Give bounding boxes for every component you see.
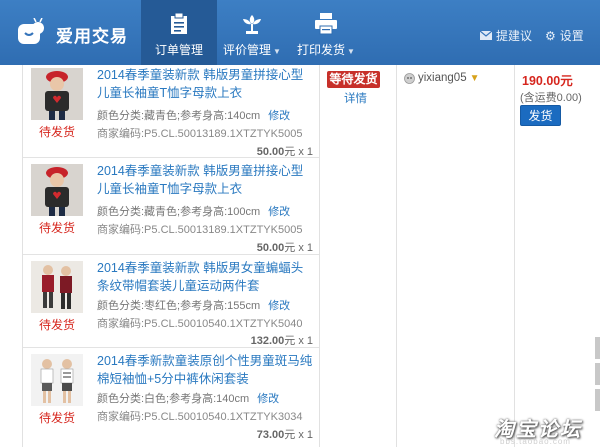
top-bar: 爱用交易 订单管理 评价管理 ▼ 打印发货 ▼ 提建议 ⚙ 设置: [0, 0, 600, 65]
settings-link[interactable]: ⚙ 设置: [545, 27, 584, 44]
column-divider: [319, 65, 320, 447]
item-status: 待发货: [38, 411, 75, 425]
item-price: 73.00元 x 1: [257, 426, 313, 442]
mail-icon: [480, 31, 492, 40]
price-value: 73.00: [256, 429, 285, 441]
sku-text: 颜色分类:白色;参考身高:140cm: [97, 393, 250, 405]
settings-label: 设置: [559, 29, 584, 43]
side-scroll-tab[interactable]: [595, 337, 600, 359]
merchant-code: 商家编码:P5.CL.50013189.1XTZTYK5005: [97, 224, 303, 236]
item-status: 待发货: [38, 221, 75, 235]
gear-icon: ⚙: [545, 28, 556, 43]
order-item: 待发货 2014春季童装新款 韩版男童拼接心型儿童长袖童T恤字母款上衣 颜色分类…: [23, 65, 319, 159]
edit-sku-link[interactable]: 修改: [268, 206, 290, 218]
side-scroll-tab[interactable]: [595, 389, 600, 411]
price-unit: 元 x 1: [284, 335, 313, 347]
order-list: 待发货 2014春季童装新款 韩版男童拼接心型儿童长袖童T恤字母款上衣 颜色分类…: [0, 65, 600, 447]
order-total: 190.00元: [522, 74, 573, 88]
item-price: 132.00元 x 1: [251, 332, 313, 348]
item-status: 待发货: [38, 318, 75, 332]
suggestion-link[interactable]: 提建议: [480, 27, 532, 44]
price-value: 132.00: [250, 335, 285, 347]
nav-print-shipping[interactable]: 打印发货 ▼: [288, 0, 364, 65]
nav-review-management[interactable]: 评价管理 ▼: [214, 0, 290, 65]
column-divider: [396, 65, 397, 447]
product-thumbnail[interactable]: [31, 354, 83, 406]
edit-sku-link[interactable]: 修改: [268, 300, 290, 312]
sku-info: 颜色分类:枣红色;参考身高:155cm 修改: [97, 297, 290, 313]
price-unit: 元 x 1: [284, 429, 313, 441]
suggestion-label: 提建议: [496, 29, 533, 43]
logo-text: 爱用交易: [56, 26, 128, 46]
product-title-link[interactable]: 2014春季新款童装原创个性男童斑马纯棉短袖恤+5分中裤休闲套装: [97, 352, 313, 388]
price-unit: 元 x 1: [284, 146, 313, 158]
product-title-link[interactable]: 2014春季童装新款 韩版男童拼接心型儿童长袖童T恤字母款上衣: [97, 66, 313, 102]
logo-icon: [18, 18, 44, 44]
edit-sku-link[interactable]: 修改: [257, 393, 279, 405]
product-thumbnail[interactable]: [31, 164, 83, 216]
detail-link[interactable]: 详情: [344, 90, 367, 106]
app-logo[interactable]: 爱用交易: [16, 14, 128, 54]
sku-text: 颜色分类:藏青色;参考身高:140cm: [97, 110, 261, 122]
column-divider: [514, 65, 515, 447]
ship-button[interactable]: 发货: [520, 105, 561, 126]
nav-label: 订单管理: [154, 43, 203, 57]
order-item: 待发货 2014春季童装新款 韩版男童拼接心型儿童长袖童T恤字母款上衣 颜色分类…: [23, 161, 319, 255]
price-value: 50.00: [256, 146, 285, 158]
edit-sku-link[interactable]: 修改: [268, 110, 290, 122]
nav-label: 打印发货 ▼: [297, 43, 355, 57]
status-badge: 等待发货: [327, 71, 380, 88]
order-item: 待发货 2014春季新款童装原创个性男童斑马纯棉短袖恤+5分中裤休闲套装 颜色分…: [23, 351, 319, 443]
buyer-level-icon: ▼: [469, 72, 480, 84]
price-unit: 元 x 1: [284, 242, 313, 254]
item-price: 50.00元 x 1: [257, 143, 313, 159]
item-status: 待发货: [38, 125, 75, 139]
sku-info: 颜色分类:藏青色;参考身高:100cm 修改: [97, 203, 290, 219]
buyer-info[interactable]: yixiang05 ▼: [404, 72, 480, 84]
printer-icon: [315, 13, 337, 35]
item-price: 50.00元 x 1: [257, 239, 313, 255]
chevron-down-icon: ▼: [273, 47, 281, 56]
flower-icon: [243, 15, 261, 34]
side-scroll-tab[interactable]: [595, 363, 600, 385]
product-title-link[interactable]: 2014春季童装新款 韩版男童拼接心型儿童长袖童T恤字母款上衣: [97, 162, 313, 198]
sku-text: 颜色分类:枣红色;参考身高:155cm: [97, 300, 261, 312]
clipboard-icon: [171, 13, 187, 34]
merchant-code: 商家编码:P5.CL.50010540.1XTZTYK5040: [97, 318, 303, 330]
wangwang-icon: [404, 72, 415, 84]
watermark-url: bbs.taobao.com: [500, 437, 571, 446]
price-value: 50.00: [256, 242, 285, 254]
shipping-fee: (含运费0.00): [520, 92, 582, 104]
sku-info: 颜色分类:藏青色;参考身高:140cm 修改: [97, 107, 290, 123]
product-thumbnail[interactable]: [31, 261, 83, 313]
merchant-code: 商家编码:P5.CL.50010540.1XTZTYK3034: [97, 411, 303, 423]
nav-order-management[interactable]: 订单管理: [141, 0, 217, 65]
buyer-name: yixiang05: [418, 72, 467, 84]
merchant-code: 商家编码:P5.CL.50013189.1XTZTYK5005: [97, 128, 303, 140]
sku-info: 颜色分类:白色;参考身高:140cm 修改: [97, 390, 279, 406]
product-thumbnail[interactable]: [31, 68, 83, 120]
product-title-link[interactable]: 2014春季童装新款 韩版男女童蝙蝠头条纹带帽套装儿童运动两件套: [97, 259, 313, 295]
nav-label: 评价管理 ▼: [223, 43, 281, 57]
chevron-down-icon: ▼: [347, 47, 355, 56]
order-item: 待发货 2014春季童装新款 韩版男女童蝙蝠头条纹带帽套装儿童运动两件套 颜色分…: [23, 258, 319, 350]
sku-text: 颜色分类:藏青色;参考身高:100cm: [97, 206, 261, 218]
